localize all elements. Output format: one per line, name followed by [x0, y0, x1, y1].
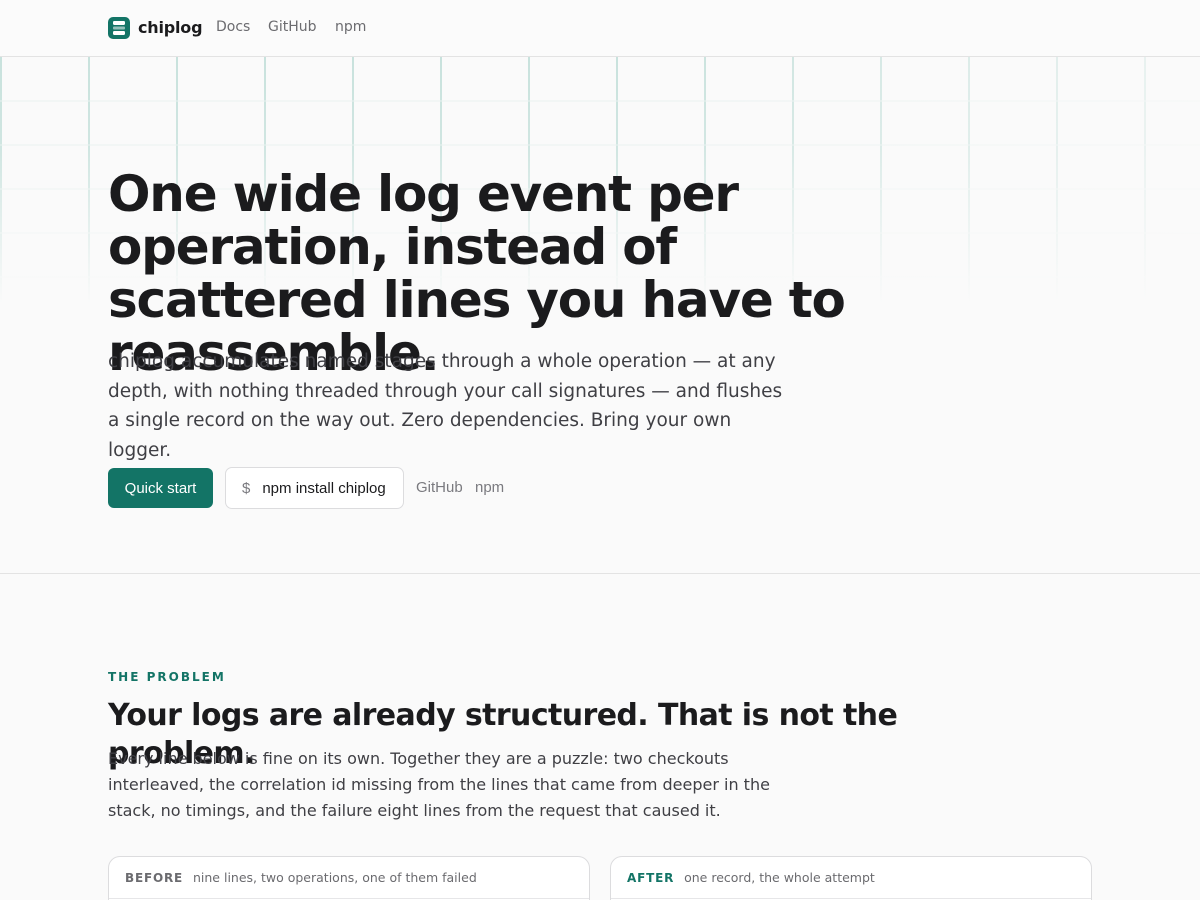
after-tag: AFTER: [627, 870, 675, 885]
quick-start-button[interactable]: Quick start: [108, 468, 213, 508]
after-card: AFTER one record, the whole attempt: [610, 856, 1092, 900]
section-body: Every line below is fine on its own. Tog…: [108, 749, 770, 820]
install-command: npm install chiplog: [262, 479, 386, 497]
before-card-header: BEFORE nine lines, two operations, one o…: [109, 857, 589, 899]
nav-link-npm[interactable]: npm: [335, 19, 366, 35]
before-card: BEFORE nine lines, two operations, one o…: [108, 856, 590, 900]
nav-link-docs[interactable]: Docs: [216, 19, 250, 35]
after-card-header: AFTER one record, the whole attempt: [611, 857, 1091, 899]
shell-prompt: $: [242, 479, 251, 497]
nav-link-github[interactable]: GitHub: [268, 19, 317, 35]
top-nav: chiplog Docs GitHub npm: [0, 0, 1200, 57]
before-caption: nine lines, two operations, one of them …: [192, 870, 477, 885]
hero-link-github[interactable]: GitHub: [416, 479, 463, 496]
npm-install-copy-button[interactable]: $ npm install chiplog: [225, 467, 404, 509]
hero-lede: chiplog accumulates named stages through…: [108, 351, 783, 461]
section-eyebrow: THE PROBLEM: [108, 670, 226, 684]
chiplog-logo-icon[interactable]: [108, 17, 130, 39]
brand-name[interactable]: chiplog: [138, 18, 203, 37]
after-caption: one record, the whole attempt: [684, 870, 875, 885]
section-divider: [0, 573, 1200, 574]
hero-link-npm[interactable]: npm: [475, 479, 504, 496]
before-tag: BEFORE: [125, 870, 183, 885]
